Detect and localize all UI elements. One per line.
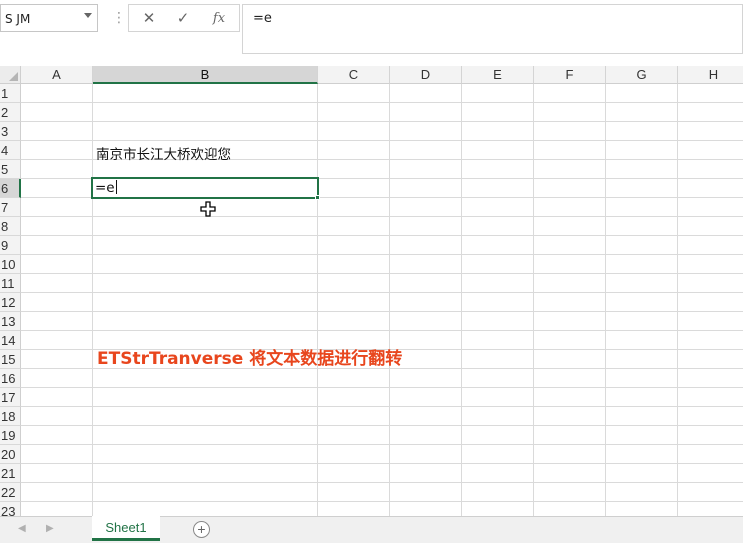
row-header-7[interactable]: 7 [0,198,21,217]
worksheet-grid[interactable]: A B C D E F G H 1 2 3 4 5 6 7 8 9 10 11 … [0,66,743,516]
row-header-14[interactable]: 14 [0,331,21,350]
name-box-value: S JM [5,12,31,26]
row-header-10[interactable]: 10 [0,255,21,274]
row-header-17[interactable]: 17 [0,388,21,407]
row-header-11[interactable]: 11 [0,274,21,293]
insert-function-icon[interactable]: fx [207,8,231,30]
select-all-icon [9,72,18,81]
cancel-icon[interactable]: ✕ [137,8,161,30]
row-header-5[interactable]: 5 [0,160,21,179]
next-sheet-icon[interactable]: ▶ [46,523,54,534]
feature-banner: ETStrTranverse 将文本数据进行翻转 [97,349,403,369]
fill-handle[interactable] [315,195,320,200]
row-header-20[interactable]: 20 [0,445,21,464]
name-box[interactable]: S JM [0,4,98,32]
column-header-c[interactable]: C [318,66,390,84]
column-header-g[interactable]: G [606,66,678,84]
previous-sheet-icon[interactable]: ◀ [18,523,26,534]
row-header-2[interactable]: 2 [0,103,21,122]
sheet-tab-bar: ◀ ▶ Sheet1 + [0,516,743,543]
active-cell-b6[interactable]: =e [91,177,319,199]
column-header-h[interactable]: H [678,66,743,84]
column-header-e[interactable]: E [462,66,534,84]
row-header-23[interactable]: 23 [0,502,21,516]
column-header-b[interactable]: B [93,66,318,84]
column-header-d[interactable]: D [390,66,462,84]
formula-buttons: ✕ ✓ fx [128,4,240,32]
formula-bar-area: S JM ⋮ ✕ ✓ fx =e [0,0,743,66]
row-header-4[interactable]: 4 [0,141,21,160]
add-sheet-icon[interactable]: + [193,521,210,538]
row-header-8[interactable]: 8 [0,217,21,236]
row-header-19[interactable]: 19 [0,426,21,445]
row-header-22[interactable]: 22 [0,483,21,502]
row-header-15[interactable]: 15 [0,350,21,369]
sheet-tab-sheet1[interactable]: Sheet1 [92,516,160,541]
select-all-button[interactable] [0,66,21,84]
row-header-16[interactable]: 16 [0,369,21,388]
row-header-12[interactable]: 12 [0,293,21,312]
vertical-dots-icon[interactable]: ⋮ [112,9,126,26]
row-header-9[interactable]: 9 [0,236,21,255]
cell-b4[interactable]: 南京市长江大桥欢迎您 [96,143,231,163]
cell-select-cursor-icon [200,201,216,217]
formula-input[interactable]: =e [242,4,743,54]
column-header-f[interactable]: F [534,66,606,84]
check-icon[interactable]: ✓ [171,8,195,30]
column-header-a[interactable]: A [21,66,93,84]
chevron-down-icon[interactable] [84,13,92,18]
cell-b6-editor[interactable]: =e [95,180,115,196]
row-header-3[interactable]: 3 [0,122,21,141]
row-header-1[interactable]: 1 [0,84,21,103]
row-header-21[interactable]: 21 [0,464,21,483]
row-header-18[interactable]: 18 [0,407,21,426]
text-caret [115,180,117,194]
row-header-6[interactable]: 6 [0,179,21,198]
row-header-13[interactable]: 13 [0,312,21,331]
